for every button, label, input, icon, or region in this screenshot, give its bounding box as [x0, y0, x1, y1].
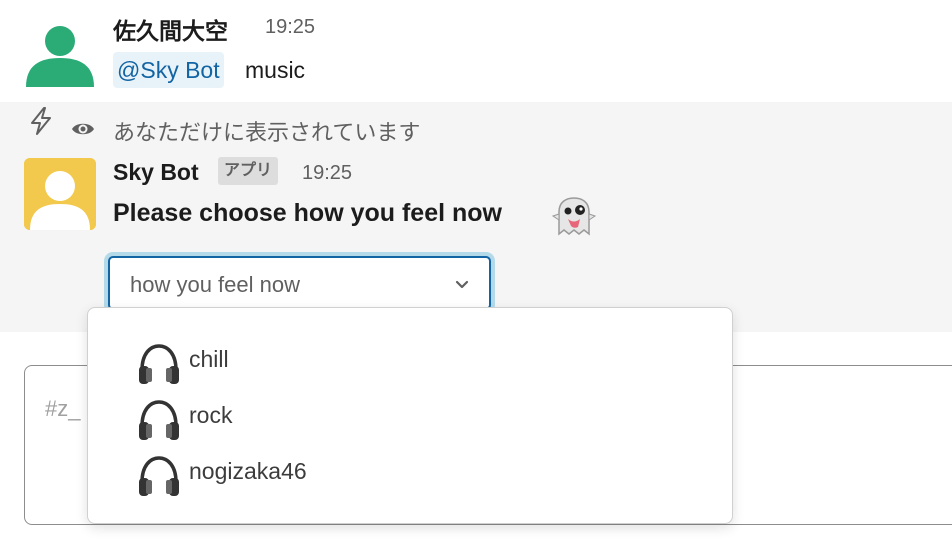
- dropdown-option-nogizaka46[interactable]: nogizaka46: [88, 446, 734, 500]
- option-label: chill: [189, 346, 229, 372]
- message-author[interactable]: 佐久間大空: [113, 12, 228, 46]
- eye-icon: [70, 116, 96, 142]
- dropdown-option-rock[interactable]: rock: [88, 390, 734, 444]
- headphones-icon: [136, 398, 182, 444]
- message-timestamp[interactable]: 19:25: [265, 16, 315, 39]
- lightning-bolt-icon[interactable]: [28, 106, 54, 136]
- bot-mention[interactable]: @Sky Bot: [113, 52, 224, 88]
- visibility-notice: あなただけに表示されています: [113, 120, 421, 145]
- bot-author[interactable]: Sky Bot: [113, 159, 199, 186]
- headphones-icon: [136, 454, 182, 500]
- bot-message-text: Please choose how you feel now: [113, 199, 502, 227]
- bot-avatar-icon[interactable]: [24, 158, 96, 230]
- dropdown-option-chill[interactable]: chill: [88, 334, 734, 388]
- headphones-icon: [136, 342, 182, 388]
- message-text: music: [245, 57, 306, 83]
- ghost-emoji: [551, 196, 597, 236]
- option-label: rock: [189, 402, 233, 428]
- composer-placeholder: #z_: [45, 396, 81, 421]
- app-badge: アプリ: [218, 157, 279, 185]
- user-avatar-icon[interactable]: [24, 15, 96, 87]
- chevron-down-icon: [453, 276, 471, 294]
- select-dropdown-menu: chill rock nogizaka46: [87, 307, 733, 524]
- option-label: nogizaka46: [189, 458, 307, 484]
- select-value: how you feel now: [130, 272, 300, 297]
- bot-timestamp[interactable]: 19:25: [302, 162, 352, 185]
- mood-select[interactable]: how you feel now: [108, 256, 491, 310]
